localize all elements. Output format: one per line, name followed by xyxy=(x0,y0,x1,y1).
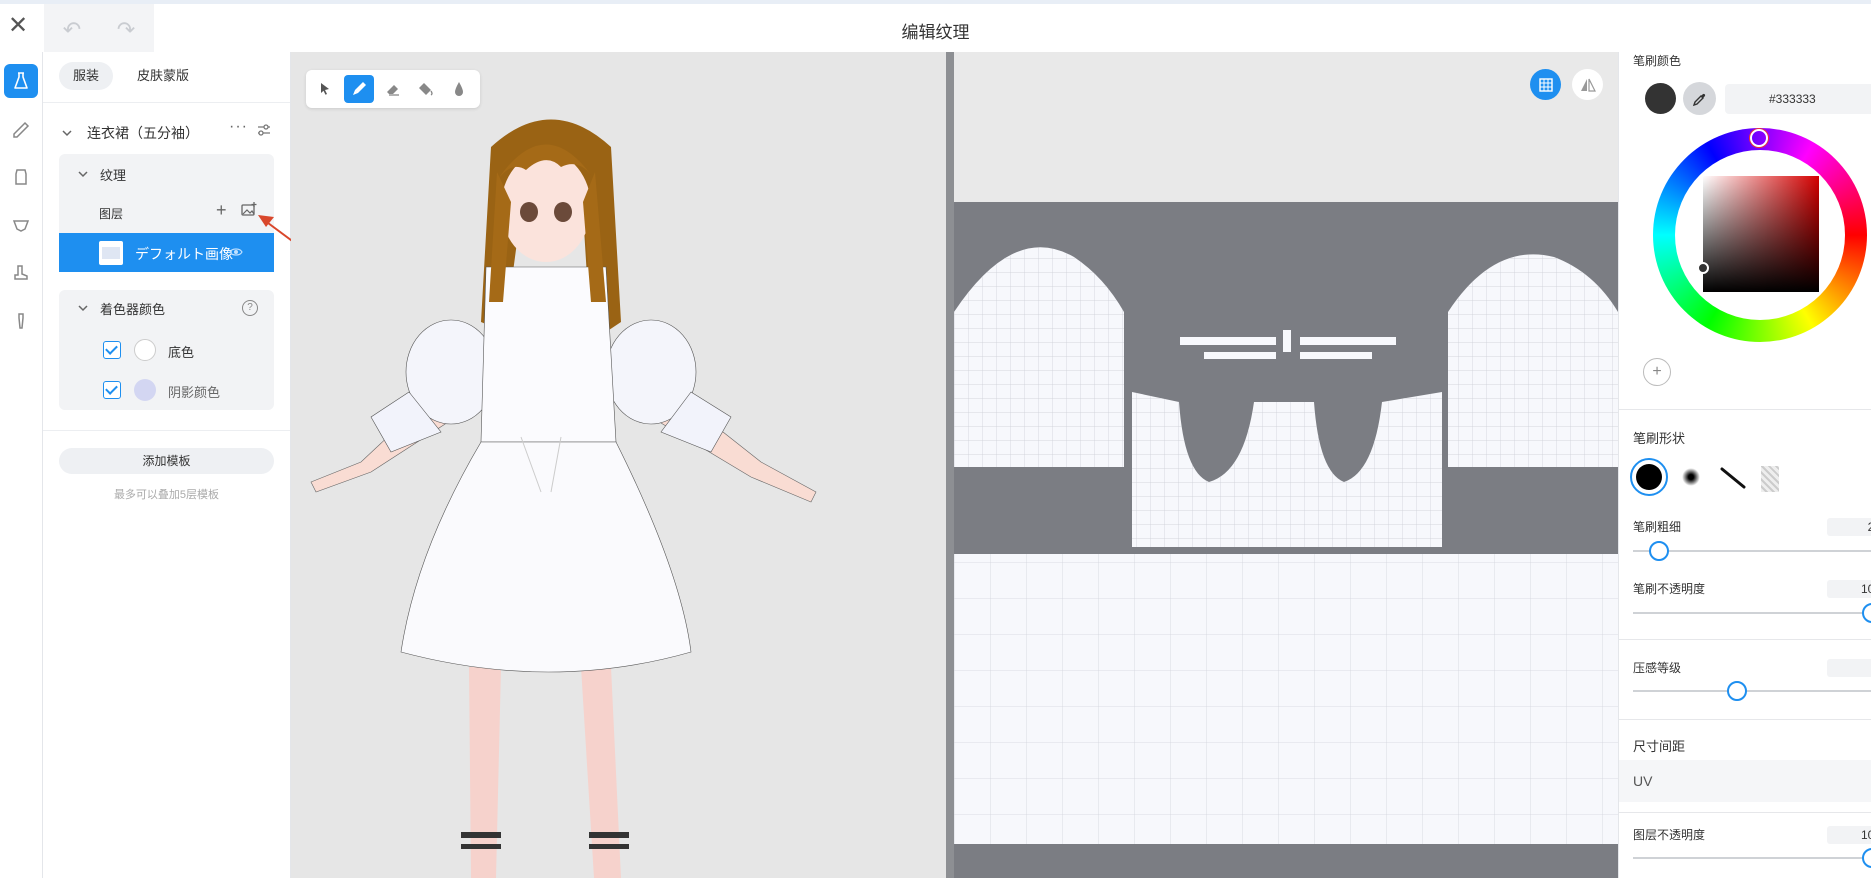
layer-opacity-value[interactable]: 100 xyxy=(1827,826,1871,844)
add-color-preset-button[interactable]: + xyxy=(1643,358,1671,386)
brush-opacity-slider[interactable] xyxy=(1633,612,1871,614)
dropper-tool-icon[interactable] xyxy=(444,75,474,103)
base-color-checkbox[interactable] xyxy=(103,341,121,359)
eyedropper-icon xyxy=(1692,93,1705,106)
item-title: 连衣裙（五分袖） xyxy=(87,125,199,141)
tab-divider xyxy=(43,102,290,103)
brush-properties-panel: 笔刷颜色 #333333 + 笔刷形状 笔刷粗细 20 笔刷不透明度 100 压… xyxy=(1618,52,1871,878)
section-divider xyxy=(1619,409,1871,410)
template-hint: 最多可以叠加5层模板 xyxy=(113,489,220,501)
shadow-color-swatch[interactable] xyxy=(134,379,156,401)
bottom-clothing-category-icon[interactable] xyxy=(4,208,38,242)
add-template-button[interactable]: 添加模板 xyxy=(59,448,274,474)
avatar-model-image xyxy=(310,119,817,878)
brush-size-value[interactable]: 20 xyxy=(1827,518,1871,536)
chevron-down-icon[interactable] xyxy=(77,168,89,180)
tab-outfit[interactable]: 服装 xyxy=(59,62,114,90)
outfit-category-icon[interactable] xyxy=(4,64,38,98)
3d-viewport[interactable] xyxy=(291,52,946,878)
section-divider xyxy=(1619,639,1871,640)
pressure-level-slider[interactable] xyxy=(1633,690,1871,692)
layer-thumbnail xyxy=(99,241,123,265)
brush-shape-texture[interactable] xyxy=(1761,466,1779,492)
mirror-button[interactable] xyxy=(1572,69,1603,100)
tab-skin-mask[interactable]: 皮肤蒙版 xyxy=(123,62,203,90)
base-color-swatch[interactable] xyxy=(134,339,156,361)
visibility-eye-icon[interactable] xyxy=(229,246,243,258)
brush-opacity-slider-thumb[interactable] xyxy=(1862,603,1871,623)
split-view-divider[interactable] xyxy=(946,52,954,878)
layer-row-selected[interactable]: デフォルト画像 xyxy=(59,233,274,272)
base-color-label: 底色 xyxy=(168,345,195,360)
texture-label: 纹理 xyxy=(100,168,127,183)
pressure-level-value[interactable] xyxy=(1827,659,1871,677)
shader-color-label: 着色器颜色 xyxy=(100,302,166,317)
layer-opacity-slider-thumb[interactable] xyxy=(1862,848,1871,868)
more-icon[interactable]: ··· xyxy=(229,118,248,136)
uv-texture-canvas[interactable] xyxy=(954,52,1618,878)
color-handle[interactable] xyxy=(1697,262,1709,274)
chevron-down-icon[interactable] xyxy=(61,127,73,139)
brush-shape-round[interactable] xyxy=(1630,458,1668,496)
grid-icon xyxy=(1538,77,1553,92)
brush-color-label: 笔刷颜色 xyxy=(1633,54,1682,68)
section-divider xyxy=(43,430,290,431)
section-divider xyxy=(1619,719,1871,720)
brush-shape-line[interactable] xyxy=(1719,466,1747,490)
saturation-value-square[interactable] xyxy=(1703,176,1819,292)
chevron-down-icon[interactable] xyxy=(77,302,89,314)
top-clothing-category-icon[interactable] xyxy=(4,160,38,194)
page-title: 编辑纹理 xyxy=(901,23,970,42)
uv-view-grid-button[interactable] xyxy=(1530,69,1561,100)
layers-panel: 服装 皮肤蒙版 连衣裙（五分袖） ··· 纹理 图层 + デフォルト画像 着色器… xyxy=(43,52,291,878)
accessory-category-icon[interactable] xyxy=(4,304,38,338)
shoes-category-icon[interactable] xyxy=(4,256,38,290)
hue-handle[interactable] xyxy=(1750,129,1768,147)
mirror-icon xyxy=(1580,78,1596,92)
size-spacing-label: 尺寸间距 xyxy=(1633,739,1686,754)
layers-label: 图层 xyxy=(99,207,124,221)
category-rail xyxy=(0,52,43,878)
headwear-category-icon[interactable] xyxy=(4,112,38,146)
top-accent-strip xyxy=(0,0,1871,4)
brush-shape-label: 笔刷形状 xyxy=(1633,431,1686,446)
shadow-color-checkbox[interactable] xyxy=(103,381,121,399)
brush-tool-icon[interactable] xyxy=(344,75,374,103)
brush-shape-soft[interactable] xyxy=(1682,468,1700,486)
uv-map-image xyxy=(954,202,1618,878)
eraser-tool-icon[interactable] xyxy=(378,75,408,103)
brush-opacity-value[interactable]: 100 xyxy=(1827,580,1871,598)
layer-opacity-slider[interactable] xyxy=(1633,857,1871,859)
layer-opacity-label: 图层不透明度 xyxy=(1633,828,1706,842)
adjust-settings-icon[interactable] xyxy=(256,122,272,138)
section-divider xyxy=(1619,812,1871,813)
pressure-level-slider-thumb[interactable] xyxy=(1727,681,1747,701)
size-spacing-select[interactable]: UV xyxy=(1619,760,1871,802)
layer-name: デフォルト画像 xyxy=(135,246,233,262)
brush-opacity-label: 笔刷不透明度 xyxy=(1633,582,1706,596)
brush-size-slider-thumb[interactable] xyxy=(1649,541,1669,561)
pressure-level-label: 压感等级 xyxy=(1633,661,1682,675)
add-layer-icon[interactable]: + xyxy=(216,200,227,221)
fill-bucket-tool-icon[interactable] xyxy=(410,75,440,103)
eyedropper-button[interactable] xyxy=(1683,82,1716,115)
paint-toolbar xyxy=(306,70,480,108)
brush-size-label: 笔刷粗细 xyxy=(1633,520,1682,534)
hex-color-input[interactable]: #333333 xyxy=(1725,84,1871,114)
shadow-color-label: 阴影颜色 xyxy=(168,385,221,400)
current-brush-color-swatch[interactable] xyxy=(1645,83,1676,114)
select-tool-icon[interactable] xyxy=(310,75,340,103)
